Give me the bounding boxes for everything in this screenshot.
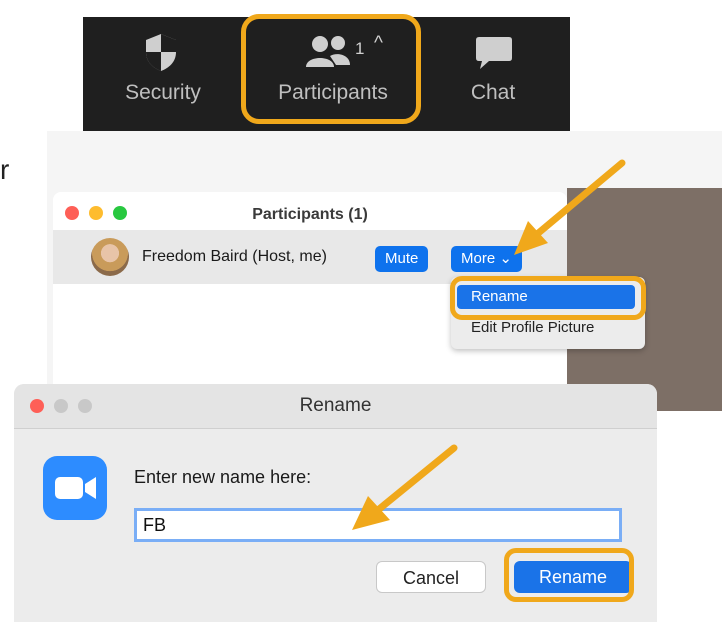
participants-highlight: [241, 14, 421, 124]
chat-button[interactable]: Chat: [453, 17, 533, 117]
participants-window-title: Participants (1): [252, 206, 368, 223]
rename-menu-highlight: [450, 276, 646, 320]
rename-prompt: Enter new name here:: [134, 467, 312, 487]
rename-dialog-titlebar: Rename: [14, 384, 657, 429]
rename-button-highlight: [504, 548, 634, 602]
security-button[interactable]: Security: [103, 17, 223, 117]
arrow-to-input-icon: [352, 444, 458, 530]
zoom-camera-icon: [43, 456, 107, 520]
shield-icon: [146, 34, 176, 71]
cancel-button[interactable]: Cancel: [376, 561, 486, 593]
arrow-to-more-icon: [514, 159, 626, 255]
security-label: Security: [125, 81, 201, 104]
more-label: More: [461, 250, 496, 267]
rename-dialog-title: Rename: [299, 395, 372, 416]
participant-name: Freedom Baird (Host, me): [142, 248, 327, 265]
mute-button[interactable]: Mute: [375, 246, 429, 272]
chat-icon: [476, 37, 512, 69]
avatar: [91, 238, 129, 276]
menu-item-edit-profile-picture[interactable]: Edit Profile Picture: [471, 319, 594, 336]
chat-label: Chat: [470, 81, 516, 104]
stray-text: r: [0, 154, 10, 185]
